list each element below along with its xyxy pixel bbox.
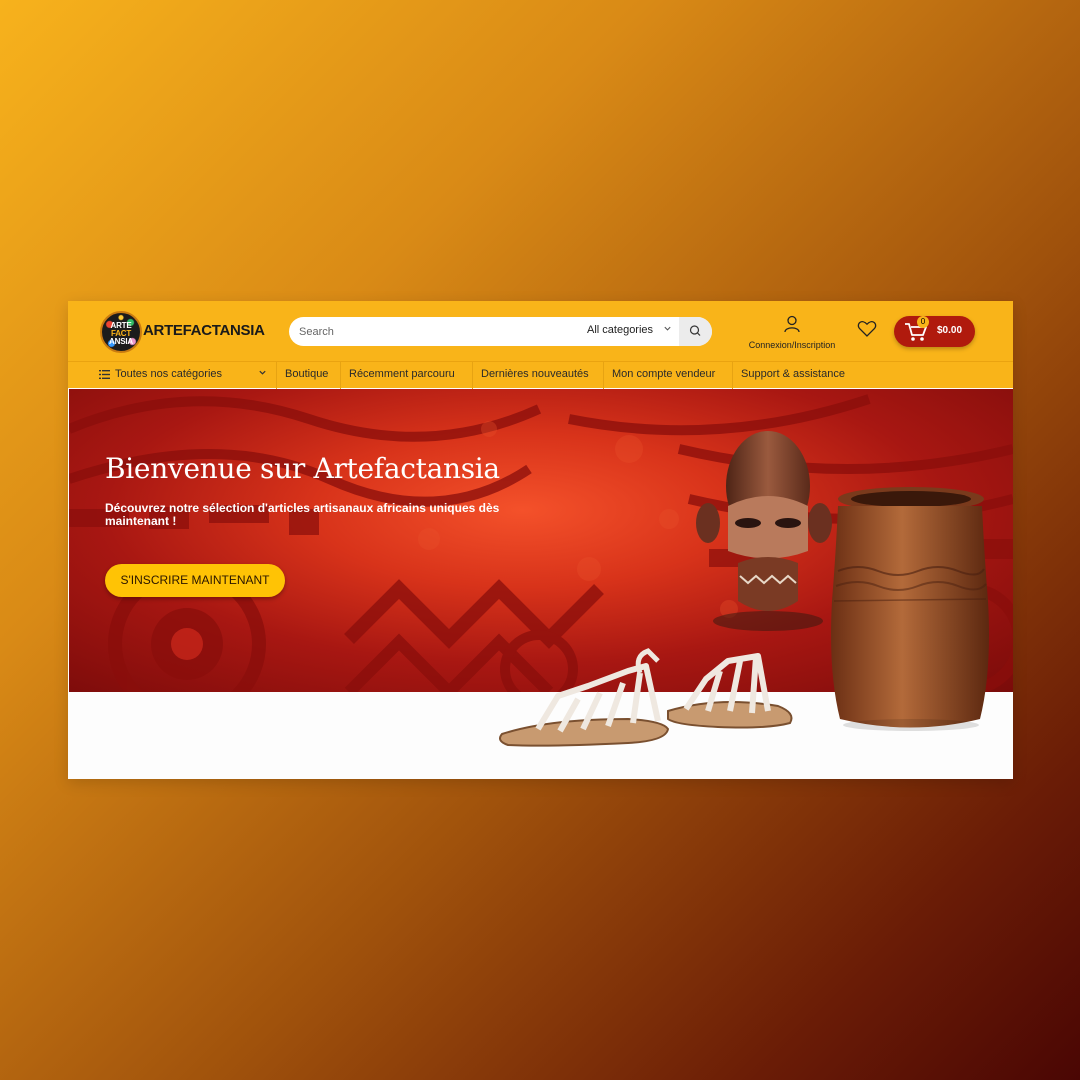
all-categories-label: Toutes nos catégories — [115, 368, 223, 380]
brand-name[interactable]: ARTEFACTANSIA — [143, 322, 265, 339]
cart-total: $0.00 — [937, 325, 963, 336]
chevron-down-icon[interactable] — [663, 324, 672, 335]
category-select[interactable]: All categories — [587, 324, 653, 336]
search-bar: All categories — [289, 317, 712, 346]
cart-count-badge: 0 — [917, 316, 929, 328]
nav-item-recent[interactable]: Récemment parcouru — [340, 362, 463, 389]
brand-logo[interactable]: ARTE FACT ANSIA — [100, 311, 142, 353]
search-icon — [689, 325, 701, 336]
signup-button[interactable]: S'INSCRIRE MAINTENANT — [105, 564, 285, 597]
nav-item-support[interactable]: Support & assistance — [732, 362, 853, 389]
account-label: Connexion/Inscription — [748, 340, 836, 350]
main-nav: Toutes nos catégories Boutique Récemment… — [68, 361, 1013, 389]
logo-line-3: ANSIA — [109, 337, 133, 346]
website-window: ARTE FACT ANSIA ARTEFACTANSIA All catego… — [68, 301, 1013, 779]
nav-item-vendor[interactable]: Mon compte vendeur — [603, 362, 723, 389]
hero-subtitle: Découvrez notre sélection d'articles art… — [105, 501, 500, 528]
logo-text: ARTE FACT ANSIA — [102, 322, 140, 346]
header-bar: ARTE FACT ANSIA ARTEFACTANSIA All catego… — [68, 301, 1013, 361]
all-categories-menu[interactable]: Toutes nos catégories — [99, 368, 222, 380]
chevron-down-icon[interactable] — [258, 368, 267, 379]
search-input[interactable] — [299, 323, 569, 340]
hero-title: Bienvenue sur Artefactansia — [105, 452, 500, 485]
cart-button[interactable]: 0 $0.00 — [894, 316, 975, 347]
tribal-pattern-background — [69, 394, 1013, 692]
list-icon — [99, 369, 110, 379]
heart-icon — [857, 321, 877, 337]
account-link[interactable]: Connexion/Inscription — [740, 315, 844, 350]
nav-item-boutique[interactable]: Boutique — [276, 362, 336, 389]
hero-banner: Bienvenue sur Artefactansia Découvrez no… — [69, 389, 1013, 692]
wishlist-button[interactable] — [857, 320, 877, 343]
user-icon — [784, 315, 800, 333]
search-button[interactable] — [679, 317, 712, 346]
nav-item-new[interactable]: Dernières nouveautés — [472, 362, 597, 389]
